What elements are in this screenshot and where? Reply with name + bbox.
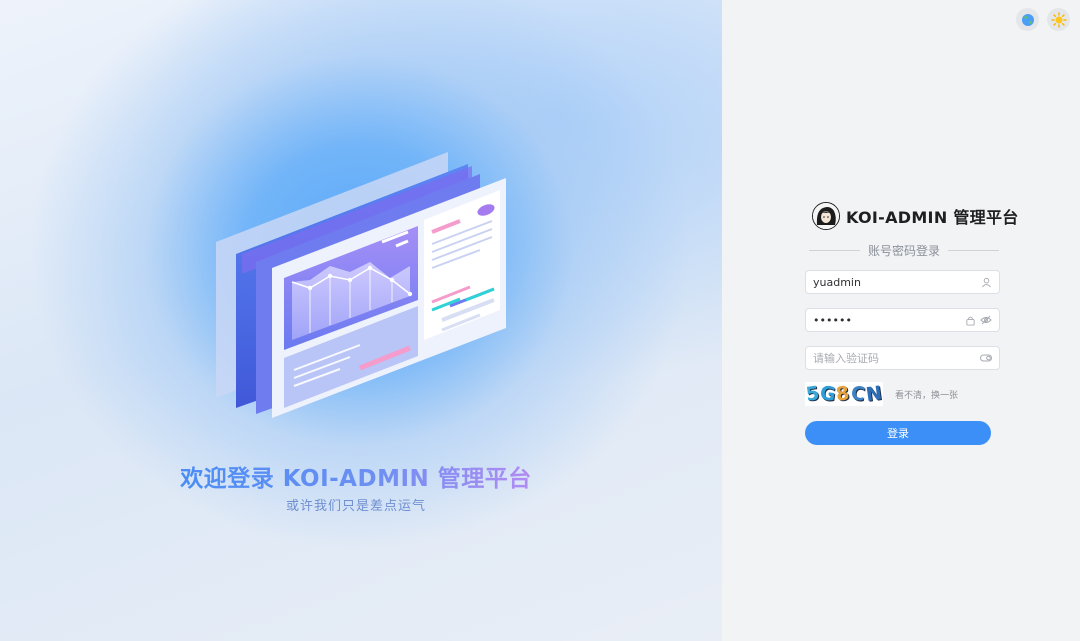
brand-name: KOI-ADMIN 管理平台 <box>846 208 1019 227</box>
username-field <box>805 270 1000 294</box>
eye-icon[interactable] <box>980 314 992 326</box>
globe-icon <box>1021 13 1034 26</box>
password-input[interactable] <box>813 313 960 327</box>
captcha-row: 5G8CN 看不清，换一张 <box>804 381 958 407</box>
login-section-header: 账号密码登录 <box>809 242 1000 259</box>
avatar-logo <box>812 202 840 230</box>
captcha-image[interactable]: 5G8CN <box>804 381 884 407</box>
password-field <box>805 308 1000 332</box>
login-panel: KOI-ADMIN 管理平台 账号密码登录 5G8CN 看不清，换一张 登录 <box>722 0 1080 641</box>
lock-icon <box>964 314 976 326</box>
username-input[interactable] <box>813 275 976 289</box>
language-button[interactable] <box>1016 8 1039 31</box>
topbar-actions <box>1016 8 1070 31</box>
login-section-title: 账号密码登录 <box>868 244 941 258</box>
toggle-icon <box>980 352 992 364</box>
theme-toggle-button[interactable] <box>1047 8 1070 31</box>
divider-line <box>948 250 1000 251</box>
sun-icon <box>1050 11 1067 28</box>
brand: KOI-ADMIN 管理平台 <box>812 202 1019 230</box>
divider-line <box>809 250 860 251</box>
user-icon <box>980 276 992 288</box>
captcha-field <box>805 346 1000 370</box>
dashboard-illustration <box>216 152 506 418</box>
hero-title: 欢迎登录 KOI-ADMIN 管理平台 <box>180 466 532 492</box>
login-button[interactable]: 登录 <box>805 421 991 445</box>
hero-panel: 欢迎登录 KOI-ADMIN 管理平台 或许我们只是差点运气 <box>0 0 722 641</box>
refresh-captcha-link[interactable]: 看不清，换一张 <box>895 388 958 401</box>
captcha-text: 5G8CN <box>804 381 884 407</box>
hero-subtitle: 或许我们只是差点运气 <box>285 499 426 514</box>
captcha-input[interactable] <box>813 351 976 365</box>
